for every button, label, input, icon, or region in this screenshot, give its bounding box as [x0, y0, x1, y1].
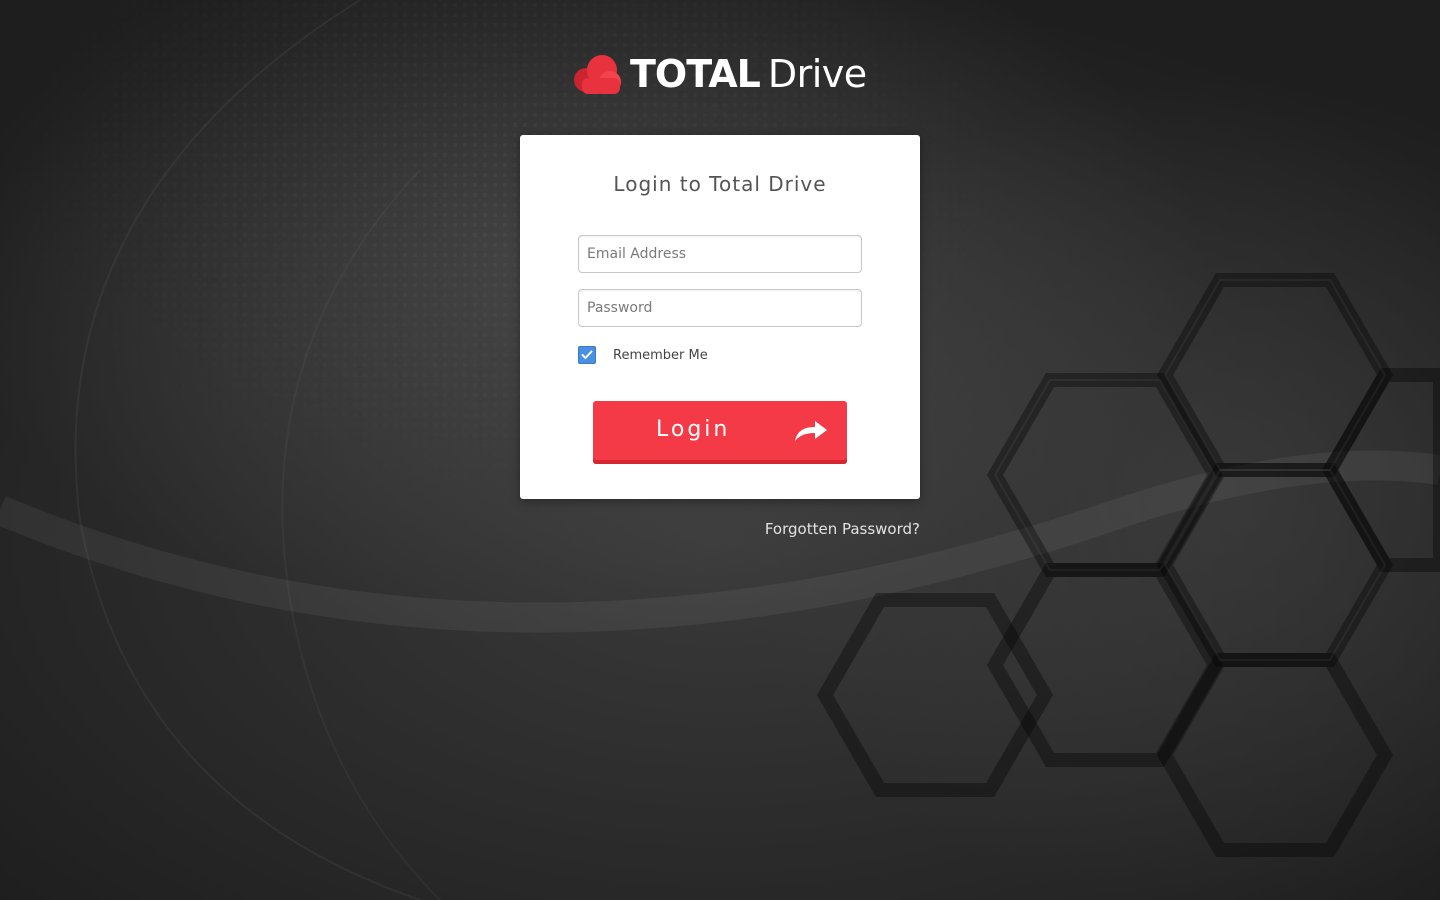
brand-name-bold: TOTAL [630, 52, 761, 96]
cloud-icon [572, 54, 622, 94]
email-input[interactable] [578, 235, 862, 273]
share-arrow-icon [793, 419, 829, 446]
forgot-password-link[interactable]: Forgotten Password? [720, 520, 920, 538]
login-button-label: Login [656, 417, 731, 442]
remember-me-checkbox[interactable]: Remember Me [578, 345, 708, 365]
login-title: Login to Total Drive [613, 172, 827, 196]
checkmark-icon[interactable] [578, 346, 596, 364]
brand-logo: TOTAL Drive [572, 52, 867, 96]
login-button[interactable]: Login [593, 401, 847, 464]
login-card: Login to Total Drive Remember Me Login [520, 135, 920, 499]
password-input[interactable] [578, 289, 862, 327]
remember-me-label: Remember Me [613, 347, 708, 363]
brand-name-light: Drive [767, 52, 867, 96]
